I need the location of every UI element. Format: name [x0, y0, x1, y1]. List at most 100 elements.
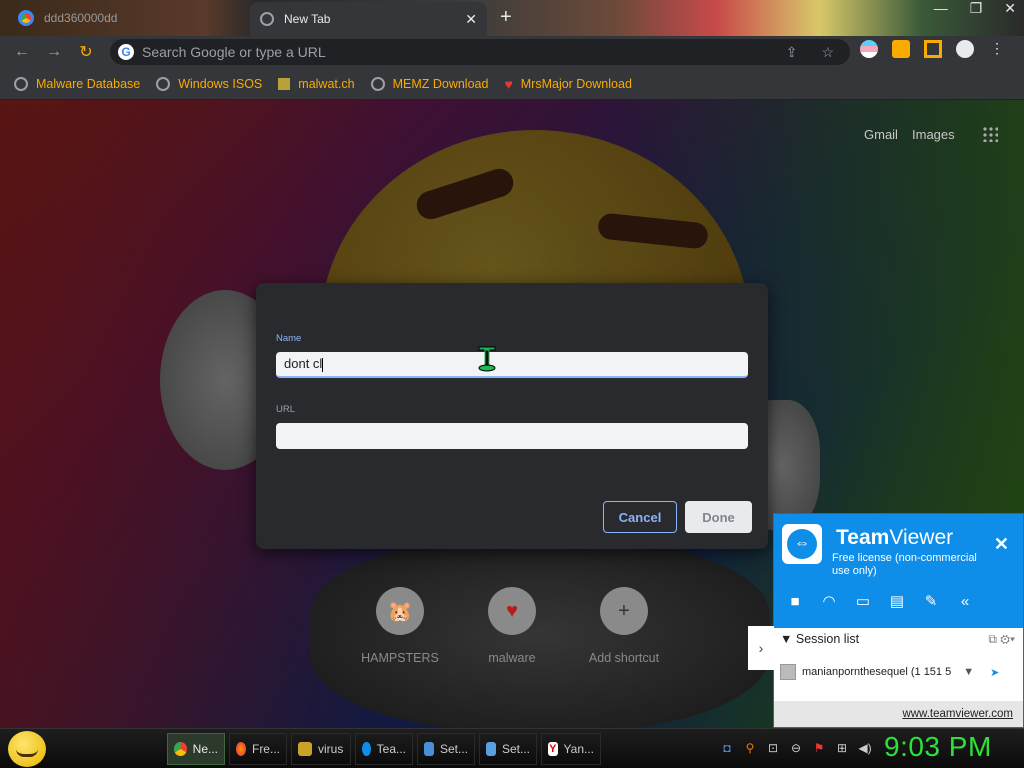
- session-name: manianpornthesequel (1 151 5: [802, 666, 952, 678]
- setup-icon: [486, 742, 496, 756]
- reload-icon[interactable]: ↻: [70, 42, 102, 62]
- bookmark-mrsmajor-download[interactable]: ♥ MrsMajor Download: [504, 76, 631, 92]
- lock-icon[interactable]: ⊡: [766, 741, 780, 755]
- search-icon[interactable]: ⚲: [743, 741, 757, 755]
- session-settings-icon[interactable]: ⧉ ⚙▾: [988, 632, 1015, 647]
- taskbar-label: Yan...: [563, 742, 594, 756]
- taskbar: Ne... Fre... virus Tea... Set... Set... …: [0, 728, 1024, 768]
- star-icon[interactable]: ☆: [821, 44, 834, 61]
- flag-extension-icon[interactable]: [860, 40, 878, 58]
- close-window-icon[interactable]: ✕: [1004, 0, 1016, 17]
- bookmarks-bar: Malware Database Windows ISOS malwat.ch …: [0, 68, 1024, 100]
- bookmark-memz-download[interactable]: MEMZ Download: [370, 76, 489, 91]
- omnibox[interactable]: G Search Google or type a URL ⇪ ☆: [110, 39, 850, 65]
- pen-icon[interactable]: ✎: [922, 594, 940, 610]
- taskbar-item-setup[interactable]: Set...: [479, 733, 537, 765]
- setup-icon: [424, 742, 434, 756]
- teamviewer-link[interactable]: www.teamviewer.com: [774, 701, 1023, 727]
- name-field[interactable]: dont cl: [276, 352, 748, 378]
- flag-icon[interactable]: ⚑: [812, 741, 826, 755]
- images-link[interactable]: Images: [912, 127, 955, 142]
- shortcut-malware[interactable]: ♥ malware: [462, 587, 562, 665]
- session-list-header[interactable]: ▼ Session list: [780, 632, 859, 646]
- tab-new-tab[interactable]: New Tab ✕: [250, 2, 487, 36]
- start-smiley-icon[interactable]: [8, 731, 46, 767]
- teamviewer-panel: › ⇔ TeamViewer Free license (non-commerc…: [748, 513, 1024, 728]
- taskbar-label: Set...: [501, 742, 530, 756]
- globe-icon: [260, 12, 274, 26]
- heart-icon: ♥: [504, 75, 513, 92]
- bookmark-malwatch[interactable]: malwat.ch: [278, 77, 355, 91]
- cancel-button[interactable]: Cancel: [603, 501, 677, 533]
- chrome-favicon-icon: [18, 10, 34, 26]
- ibeam-cursor-icon: [478, 346, 496, 372]
- plus-icon: +: [600, 587, 648, 635]
- done-button[interactable]: Done: [685, 501, 752, 533]
- volume-icon[interactable]: ◀): [858, 741, 872, 755]
- forward-icon[interactable]: →: [38, 43, 70, 61]
- taskbar-clock[interactable]: 9:03 PM: [884, 731, 992, 763]
- session-row[interactable]: manianpornthesequel (1 151 5 ▼ ➤: [780, 664, 999, 680]
- taskbar-item-setup[interactable]: Set...: [417, 733, 475, 765]
- collapse-icon[interactable]: «: [956, 594, 974, 610]
- extensions-puzzle-icon[interactable]: [892, 40, 910, 58]
- maximize-icon[interactable]: ❐: [970, 0, 983, 17]
- profile-avatar-icon[interactable]: [956, 40, 974, 58]
- taskbar-label: Set...: [439, 742, 468, 756]
- close-tab-icon[interactable]: ✕: [465, 11, 477, 28]
- back-icon[interactable]: ←: [6, 43, 38, 61]
- expand-chevron-icon[interactable]: ›: [748, 626, 774, 670]
- bookmark-label: Malware Database: [36, 76, 141, 91]
- add-shortcut-button[interactable]: + Add shortcut: [574, 587, 674, 665]
- cursor-icon: ➤: [990, 666, 1000, 679]
- menu-kebab-icon[interactable]: ⋮: [988, 40, 1006, 58]
- taskbar-item-teamviewer[interactable]: Tea...: [355, 733, 413, 765]
- bookmark-label: MEMZ Download: [392, 76, 489, 91]
- teamviewer-title: TeamViewer: [836, 526, 954, 549]
- share-icon[interactable]: ⇪: [786, 44, 798, 61]
- url-field[interactable]: [276, 423, 748, 449]
- teamviewer-actions: ■ ◠ ▭ ▤ ✎ «: [786, 594, 974, 610]
- url-label: URL: [276, 404, 296, 415]
- taskbar-item-chrome[interactable]: Ne...: [167, 733, 225, 765]
- name-label: Name: [276, 333, 302, 344]
- globe-icon: [370, 76, 385, 91]
- taskbar-label: Ne...: [192, 742, 218, 756]
- google-icon: G: [118, 44, 134, 60]
- tab-title: ddd360000dd: [44, 11, 118, 25]
- minus-circle-icon[interactable]: ⊖: [789, 741, 803, 755]
- video-icon[interactable]: ■: [786, 594, 804, 610]
- taskbar-label: Fre...: [251, 742, 280, 756]
- taskbar-label: virus: [318, 742, 344, 756]
- shortcut-label: HAMPSTERS: [361, 651, 439, 665]
- taskbar-label: Tea...: [376, 742, 406, 756]
- file-transfer-icon[interactable]: ▤: [888, 594, 906, 610]
- edit-shortcut-dialog: Name dont cl URL Cancel Done: [256, 283, 768, 549]
- tab-background[interactable]: ddd360000dd: [0, 0, 250, 36]
- close-icon[interactable]: ✕: [994, 534, 1009, 555]
- teamviewer-header: ⇔ TeamViewer Free license (non-commercia…: [774, 514, 1023, 628]
- bookmark-malware-database[interactable]: Malware Database: [14, 76, 141, 91]
- tab-strip: ddd360000dd New Tab ✕ + — ❐ ✕: [0, 0, 1024, 36]
- bookmark-windows-isos[interactable]: Windows ISOS: [156, 76, 263, 91]
- shortcut-hampsters[interactable]: 🐹 HAMPSTERS: [350, 587, 450, 665]
- network-icon[interactable]: ⊞: [835, 741, 849, 755]
- globe-icon: [156, 76, 171, 91]
- apps-grid-icon[interactable]: [982, 126, 998, 142]
- shield-icon[interactable]: ◘: [720, 741, 734, 755]
- headset-icon[interactable]: ◠: [820, 594, 838, 610]
- gmail-link[interactable]: Gmail: [864, 127, 898, 142]
- new-tab-button[interactable]: +: [500, 6, 512, 29]
- taskbar-item-yandex[interactable]: Y Yan...: [541, 733, 601, 765]
- dropdown-icon[interactable]: ▼: [963, 666, 974, 678]
- bookmark-label: Windows ISOS: [178, 76, 263, 91]
- omnibox-placeholder: Search Google or type a URL: [142, 44, 326, 60]
- taskbar-item-firefox[interactable]: Fre...: [229, 733, 287, 765]
- chat-icon[interactable]: ▭: [854, 594, 872, 610]
- yandex-icon: Y: [548, 742, 558, 756]
- name-value: dont cl: [284, 356, 323, 371]
- shortcut-label: malware: [488, 651, 536, 665]
- minimize-icon[interactable]: —: [934, 0, 948, 17]
- taskbar-item-virus[interactable]: virus: [291, 733, 351, 765]
- side-panel-icon[interactable]: [924, 40, 942, 58]
